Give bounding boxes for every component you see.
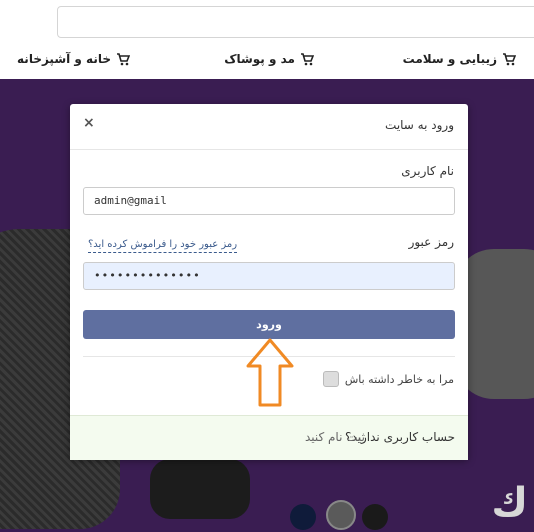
cart-icon <box>117 53 130 66</box>
modal-header: ورود به سایت × <box>70 104 468 150</box>
cart-icon <box>301 53 314 66</box>
top-search-input[interactable] <box>57 6 534 38</box>
category-fashion[interactable]: مد و پوشاک <box>224 52 314 66</box>
color-swatch[interactable] <box>326 500 356 530</box>
close-icon[interactable]: × <box>83 115 95 131</box>
brand-logo: ك <box>491 480 528 526</box>
category-label: زیبایی و سلامت <box>402 52 497 66</box>
cart-icon <box>503 53 516 66</box>
password-label: رمز عبور <box>408 235 454 249</box>
category-label: خانه و آشپزخانه <box>17 52 111 66</box>
modal-footer: حساب کاربری ندارید؟ ثبت نام کنید <box>70 415 468 460</box>
category-home-kitchen[interactable]: خانه و آشپزخانه <box>17 52 130 66</box>
category-beauty[interactable]: زیبایی و سلامت <box>403 52 516 66</box>
username-input[interactable]: admin@gmail <box>83 187 455 215</box>
remember-me-checkbox[interactable] <box>322 371 339 387</box>
login-button[interactable]: ورود <box>83 310 455 339</box>
username-label: نام کاربری <box>401 164 454 178</box>
modal-title: ورود به سایت <box>385 118 454 132</box>
register-link[interactable]: ثبت نام کنید <box>305 430 365 444</box>
password-input[interactable]: •••••••••••••• <box>83 262 455 290</box>
remember-me[interactable]: مرا به خاطر داشته باش <box>322 371 454 387</box>
color-swatch[interactable] <box>362 504 388 530</box>
remember-me-label: مرا به خاطر داشته باش <box>344 372 454 386</box>
forgot-password-link[interactable]: رمز عبور خود را فراموش کرده اید؟ <box>88 239 238 253</box>
annotation-arrow-icon <box>246 338 294 407</box>
category-nav: زیبایی و سلامت مد و پوشاک خانه و آشپزخان… <box>0 44 534 78</box>
shoe-image <box>150 459 250 519</box>
color-swatch[interactable] <box>290 504 316 530</box>
category-label: مد و پوشاک <box>224 52 295 66</box>
